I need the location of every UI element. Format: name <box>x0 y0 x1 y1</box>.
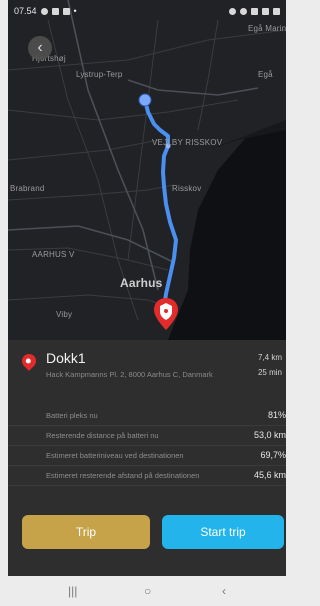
stat-label: Estimeret resterende afstand på destinat… <box>46 471 200 480</box>
destination-pin-small-icon <box>19 351 39 371</box>
wifi-icon <box>251 7 258 15</box>
trip-button[interactable]: Trip <box>22 515 150 549</box>
destination-row[interactable]: Dokk1 Hack Kampmanns Pl. 2, 8000 Aarhus … <box>8 350 286 394</box>
bay-water <box>168 120 286 340</box>
route-start-marker <box>138 93 152 107</box>
map-label-aarhus: Aarhus <box>120 276 163 290</box>
map-label-risskov: Risskov <box>172 184 202 193</box>
notification-icon <box>40 7 48 15</box>
stat-value: 45,6 km <box>253 470 286 480</box>
map-label-aarhus-v: AARHUS V <box>32 250 75 259</box>
start-trip-button[interactable]: Start trip <box>162 515 284 549</box>
signal-icon <box>262 7 269 15</box>
stat-value: 69,7% <box>260 450 286 460</box>
destination-distance: 7,4 km <box>257 353 282 362</box>
map-label-brabrand: Brabrand <box>10 184 45 193</box>
recent-apps-icon[interactable]: ||| <box>68 584 77 598</box>
phone-screen: Egå Marina Hjortshøj Lystrup-Terp Egå VE… <box>8 0 286 606</box>
alarm-icon <box>229 7 236 15</box>
map-label-viby: Viby <box>56 310 73 319</box>
stat-value: 81% <box>267 410 286 420</box>
status-bar: 07.54 • <box>8 0 286 22</box>
battery-stats-list: Batteri pleks nu 81% Resterende distance… <box>8 406 286 486</box>
stat-row: Estimeret resterende afstand på destinat… <box>8 466 286 486</box>
system-nav-bar: ||| ○ ‹ <box>0 576 294 606</box>
chevron-left-icon: ‹ <box>37 39 43 56</box>
map-label-ega-marina: Egå Marina <box>248 24 286 33</box>
map-label-ega: Egå <box>258 70 273 79</box>
stat-value: 53,0 km <box>253 430 286 440</box>
stat-label: Estimeret batteriniveau ved destinatione… <box>46 451 184 460</box>
stat-label: Resterende distance på batteri nu <box>46 431 159 440</box>
more-notifications-icon: • <box>73 6 77 16</box>
home-icon[interactable]: ○ <box>144 584 151 598</box>
destination-address: Hack Kampmanns Pl. 2, 8000 Aarhus C, Dan… <box>46 370 213 379</box>
route-map[interactable]: Egå Marina Hjortshøj Lystrup-Terp Egå VE… <box>8 0 286 340</box>
back-nav-icon[interactable]: ‹ <box>222 584 226 598</box>
stat-row: Resterende distance på batteri nu 53,0 k… <box>8 426 286 446</box>
battery-icon <box>273 7 280 15</box>
stat-row: Estimeret batteriniveau ved destinatione… <box>8 446 286 466</box>
stat-row: Batteri pleks nu 81% <box>8 406 286 426</box>
status-time: 07.54 <box>14 6 37 16</box>
destination-time: 25 min <box>257 368 282 377</box>
map-label-lystrup: Lystrup-Terp <box>76 70 123 79</box>
location-icon <box>240 7 247 15</box>
destination-title: Dokk1 <box>46 350 86 366</box>
trip-info-panel: Dokk1 Hack Kampmanns Pl. 2, 8000 Aarhus … <box>8 340 286 576</box>
app-icon <box>62 7 70 15</box>
message-icon <box>51 7 59 15</box>
back-button[interactable]: ‹ <box>28 36 52 60</box>
map-label-vejlby: VEJLBY RISSKOV <box>152 138 223 147</box>
stat-label: Batteri pleks nu <box>46 411 98 420</box>
